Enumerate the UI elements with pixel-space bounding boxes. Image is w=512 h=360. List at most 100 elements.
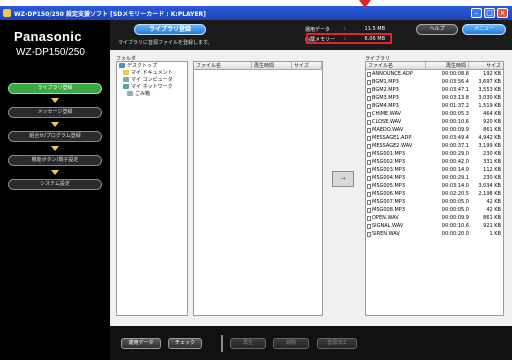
step-function-button-settings[interactable]: 機能ボタン/端子設定 [8,155,102,166]
table-row[interactable]: ANNOUNCE.ADP 00:00:08.8 192 KB [366,70,503,78]
table-row[interactable]: BGM1.MP3 00:03:56.4 3,697 KB [366,78,503,86]
table-row[interactable]: MESSAGE2.WAV 00:00:37.1 3,199 KB [366,142,503,150]
file-duration: 00:03:49.4 [441,135,469,141]
column-size[interactable]: サイズ [469,62,503,70]
maximize-icon[interactable]: □ [484,8,495,18]
help-button[interactable]: ヘルプ [416,24,458,35]
file-name: OPEN.WAV [372,215,399,221]
table-row[interactable]: MSG008.MP3 00:00:05.0 42 KB [366,206,503,214]
menu-button[interactable]: メニュー [462,24,506,35]
table-row[interactable]: MESSAGE1.ADP 00:03:49.4 4,942 KB [366,134,503,142]
tree-item-label: マイ コンピュータ [131,77,173,83]
memory-highlight-box [306,33,392,44]
table-row[interactable]: CHIME.WAV 00:00:05.3 464 KB [366,110,503,118]
column-duration[interactable]: 再生時間 [426,61,469,70]
file-name: SIREN.WAV [372,231,400,237]
table-row[interactable]: MAEDO.WAV 00:00:09.9 861 KB [366,126,503,134]
main-content: ライブラリ登録 ライブラリに音源ファイルを登録します。 運用データ : 11.5… [110,0,512,360]
file-name-cell: CHIME.WAV [366,111,426,117]
table-row[interactable]: MSG005.MP3 00:03:14.0 3,034 KB [366,182,503,190]
close-icon[interactable]: × [497,8,508,18]
file-size: 42 KB [486,199,501,205]
file-name-cell: MESSAGE1.ADP [366,135,426,141]
tree-item-recycle-bin[interactable]: ごみ箱 [117,90,187,97]
play-button[interactable]: 再生 [230,338,266,349]
audio-file-icon [367,215,371,221]
folder-tree: デスクトップ マイ ドキュメント マイ コンピュータ マイ ネットワーク ごみ箱 [116,61,188,316]
file-list-header: ファイル名 再生時間 サイズ [194,61,322,70]
file-duration: 00:00:09.9 [441,215,469,221]
table-row[interactable]: MSG004.MP3 00:00:29.1 230 KB [366,174,503,182]
operation-data-button[interactable]: 運用データ [121,338,161,349]
file-duration: 00:00:05.3 [441,111,469,117]
table-row[interactable]: SIREN.WAV 00:00:20.0 1 KB [366,230,503,238]
table-row[interactable]: MSG002.MP3 00:00:42.0 331 KB [366,158,503,166]
delete-button[interactable]: 削除 [273,338,309,349]
bottom-toolbar: 運用データ チェック 再生 削除 音源加工 [110,326,512,360]
table-row[interactable]: MSG007.MP3 00:00:05.0 42 KB [366,198,503,206]
column-duration[interactable]: 再生時間 [252,61,292,70]
table-row[interactable]: BGM2.MP3 00:03:47.1 3,553 KB [366,86,503,94]
column-size[interactable]: サイズ [292,61,322,70]
tree-item-label: マイ ネットワーク [131,84,173,90]
tree-item-my-documents[interactable]: マイ ドキュメント [117,69,187,76]
file-list[interactable]: ファイル名 再生時間 サイズ [193,61,323,316]
add-to-library-button[interactable]: → [332,171,354,187]
step-program-registration[interactable]: 組合せ/プログラム登録 [8,131,102,142]
file-name: BGM4.MP3 [372,103,399,109]
tree-item-my-computer[interactable]: マイ コンピュータ [117,76,187,83]
file-size: 3,030 KB [478,95,501,101]
file-name: MSG002.MP3 [372,159,406,165]
file-duration: 00:00:37.1 [441,143,469,149]
column-filename[interactable]: ファイル名 [366,61,426,70]
arrow-down-icon [51,122,59,127]
file-size: 1,519 KB [478,103,501,109]
file-duration: 00:02:20.5 [441,191,469,197]
audio-file-icon [367,159,371,165]
file-duration: 00:00:29.1 [441,175,469,181]
file-duration: 00:03:56.4 [441,79,469,85]
file-name-cell: BGM3.MP3 [366,95,426,101]
file-size: 230 KB [483,151,501,157]
column-filename[interactable]: ファイル名 [194,61,252,70]
step-library-registration[interactable]: ライブラリ登録 [8,83,102,94]
table-row[interactable]: MSG006.MP3 00:02:20.5 2,198 KB [366,190,503,198]
file-name: CHIME.WAV [372,111,401,117]
file-name: MSG003.MP3 [372,167,406,173]
stat-separator: : [344,26,346,32]
table-row[interactable]: MSG001.MP3 00:00:29.0 230 KB [366,150,503,158]
library-list[interactable]: ファイル名 再生時間 サイズ ANNOUNCE.ADP 00:00:08.8 192… [365,61,504,316]
file-name-cell: MESSAGE2.WAV [366,143,426,149]
file-duration: 00:00:09.9 [441,127,469,133]
window-title: WZ-DP150/250 設定支援ソフト [SDメモリーカード : K:PLAY… [14,10,206,18]
audio-file-icon [367,191,371,197]
step-system-settings[interactable]: システム設定 [8,179,102,190]
table-row[interactable]: BGM4.MP3 00:01:37.2 1,519 KB [366,102,503,110]
file-name: MSG001.MP3 [372,151,406,157]
check-button[interactable]: チェック [168,338,202,349]
file-name-cell: BGM4.MP3 [366,103,426,109]
desktop-icon [119,63,125,68]
audio-file-icon [367,143,371,149]
table-row[interactable]: SIGNAL.WAV 00:00:10.6 921 KB [366,222,503,230]
table-row[interactable]: MSG003.MP3 00:00:14.0 112 KB [366,166,503,174]
computer-icon [123,77,129,82]
step-message-registration[interactable]: メッセージ登録 [8,107,102,118]
minimize-icon[interactable]: – [471,8,482,18]
file-name-cell: OPEN.WAV [366,215,426,221]
stat-label: 運用データ [305,26,331,33]
file-name: MSG007.MP3 [372,199,406,205]
file-name-cell: MSG007.MP3 [366,199,426,205]
window-controls: – □ × [471,8,508,18]
audio-file-icon [367,119,371,125]
section-button[interactable]: ライブラリ登録 [134,24,206,35]
table-row[interactable]: BGM3.MP3 00:03:13.8 3,030 KB [366,94,503,102]
file-duration: 00:00:05.0 [441,199,469,205]
table-row[interactable]: CLOSE.WAV 00:00:10.6 920 KB [366,118,503,126]
table-row[interactable]: OPEN.WAV 00:00:09.9 861 KB [366,214,503,222]
audio-processing-button[interactable]: 音源加工 [317,338,357,349]
audio-file-icon [367,103,371,109]
file-name: MSG006.MP3 [372,191,406,197]
tree-item-desktop[interactable]: デスクトップ [117,62,187,69]
tree-item-my-network[interactable]: マイ ネットワーク [117,83,187,90]
